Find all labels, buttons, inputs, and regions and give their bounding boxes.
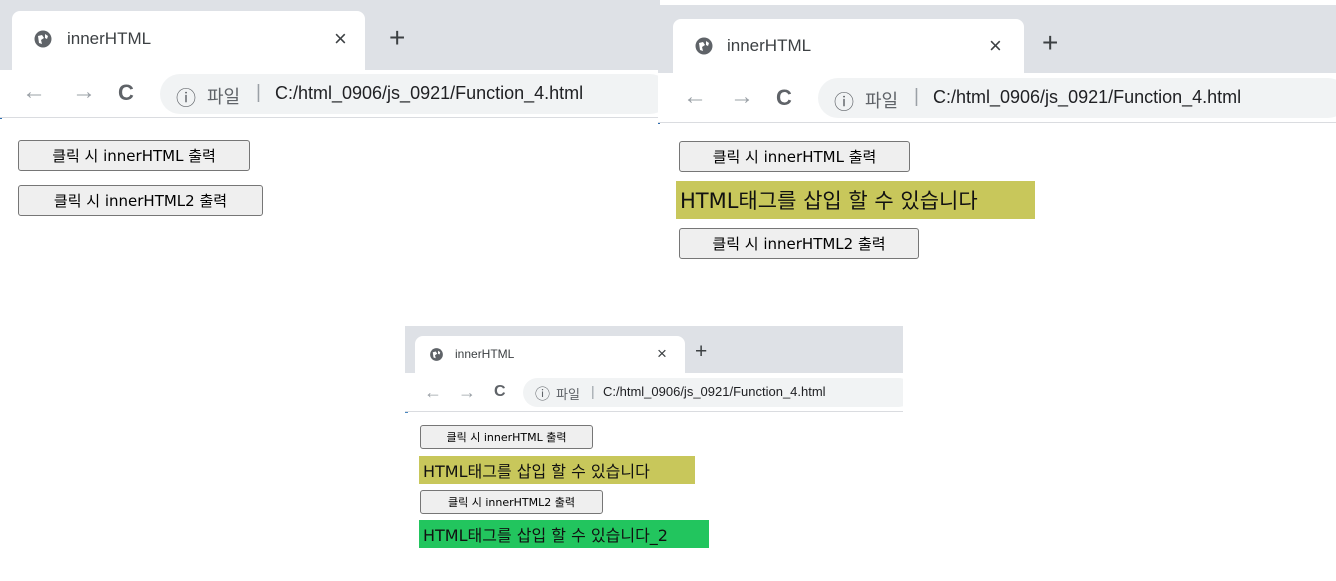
innerhtml2-button[interactable]: 클릭 시 innerHTML2 출력 <box>679 228 919 259</box>
tab-title: innerHTML <box>455 347 515 361</box>
tab-strip: innerHTML × + <box>658 5 1336 73</box>
page-content: 클릭 시 innerHTML 출력 HTML태그를 삽입 할 수 있습니다 클릭… <box>405 413 903 581</box>
info-circle-icon[interactable]: ⓘ <box>176 82 196 111</box>
address-separator: | <box>256 82 261 103</box>
page-content: 클릭 시 innerHTML 출력 클릭 시 innerHTML2 출력 <box>0 119 660 330</box>
address-url: C:/html_0906/js_0921/Function_4.html <box>275 83 584 103</box>
address-scheme: 파일 <box>865 91 899 111</box>
browser-window-2: innerHTML × + ← → C ⓘ 파일 | C:/html_0906/… <box>658 5 1336 330</box>
forward-arrow-icon[interactable]: → <box>458 382 476 403</box>
reload-icon[interactable]: C <box>118 80 134 106</box>
toolbar: ← → C ⓘ 파일 | C:/html_0906/js_0921/Functi… <box>658 73 1336 123</box>
reload-icon[interactable]: C <box>494 383 506 401</box>
address-bar[interactable]: ⓘ 파일 | C:/html_0906/js_0921/Function_4.h… <box>818 78 1336 118</box>
innerhtml-button[interactable]: 클릭 시 innerHTML 출력 <box>420 425 593 449</box>
info-circle-icon[interactable]: ⓘ <box>535 383 550 404</box>
close-icon[interactable]: × <box>989 33 1002 59</box>
back-arrow-icon[interactable]: ← <box>22 78 46 106</box>
back-arrow-icon[interactable]: ← <box>683 83 707 111</box>
new-tab-button[interactable]: + <box>389 22 405 54</box>
innerhtml2-button[interactable]: 클릭 시 innerHTML2 출력 <box>420 490 603 514</box>
info-circle-icon[interactable]: ⓘ <box>834 86 854 115</box>
address-url: C:/html_0906/js_0921/Function_4.html <box>933 87 1242 107</box>
tab-innerhtml[interactable]: innerHTML × <box>673 19 1024 73</box>
address-bar[interactable]: ⓘ 파일 | C:/html_0906/js_0921/Function_4.h… <box>160 74 660 114</box>
innerhtml2-button[interactable]: 클릭 시 innerHTML2 출력 <box>18 185 263 216</box>
forward-arrow-icon[interactable]: → <box>72 78 96 106</box>
toolbar: ← → C ⓘ 파일 | C:/html_0906/js_0921/Functi… <box>405 373 903 412</box>
output-text-1: HTML태그를 삽입 할 수 있습니다 <box>419 456 695 484</box>
tab-title: innerHTML <box>67 29 152 48</box>
back-arrow-icon[interactable]: ← <box>424 382 442 403</box>
tab-strip: innerHTML × + <box>405 326 903 373</box>
tab-strip: innerHTML × + <box>0 0 660 70</box>
address-scheme: 파일 <box>207 87 241 107</box>
close-icon[interactable]: × <box>657 344 667 364</box>
address-bar[interactable]: ⓘ 파일 | C:/html_0906/js_0921/Function_4.h… <box>523 378 903 407</box>
browser-window-1: innerHTML × + ← → C ⓘ 파일 | C:/html_0906/… <box>0 0 660 330</box>
new-tab-button[interactable]: + <box>1042 27 1058 59</box>
new-tab-button[interactable]: + <box>695 340 707 364</box>
close-icon[interactable]: × <box>334 26 347 52</box>
output-text-2: HTML태그를 삽입 할 수 있습니다_2 <box>419 520 709 548</box>
page-content: 클릭 시 innerHTML 출력 HTML태그를 삽입 할 수 있습니다 클릭… <box>658 124 1336 330</box>
address-separator: | <box>914 86 919 107</box>
reload-icon[interactable]: C <box>776 85 792 111</box>
address-url: C:/html_0906/js_0921/Function_4.html <box>603 384 826 399</box>
innerhtml-button[interactable]: 클릭 시 innerHTML 출력 <box>679 141 910 172</box>
innerhtml-button[interactable]: 클릭 시 innerHTML 출력 <box>18 140 250 171</box>
output-text-1: HTML태그를 삽입 할 수 있습니다 <box>676 181 1035 219</box>
tab-innerhtml[interactable]: innerHTML × <box>415 336 685 373</box>
tab-title: innerHTML <box>727 36 812 55</box>
browser-window-3: innerHTML × + ← → C ⓘ 파일 | C:/html_0906/… <box>405 326 903 581</box>
tab-innerhtml[interactable]: innerHTML × <box>12 11 365 70</box>
globe-icon <box>429 347 444 367</box>
globe-icon <box>694 36 714 61</box>
address-scheme: 파일 <box>556 387 580 402</box>
toolbar: ← → C ⓘ 파일 | C:/html_0906/js_0921/Functi… <box>0 70 660 118</box>
forward-arrow-icon[interactable]: → <box>730 83 754 111</box>
address-separator: | <box>591 383 595 399</box>
globe-icon <box>33 29 53 54</box>
